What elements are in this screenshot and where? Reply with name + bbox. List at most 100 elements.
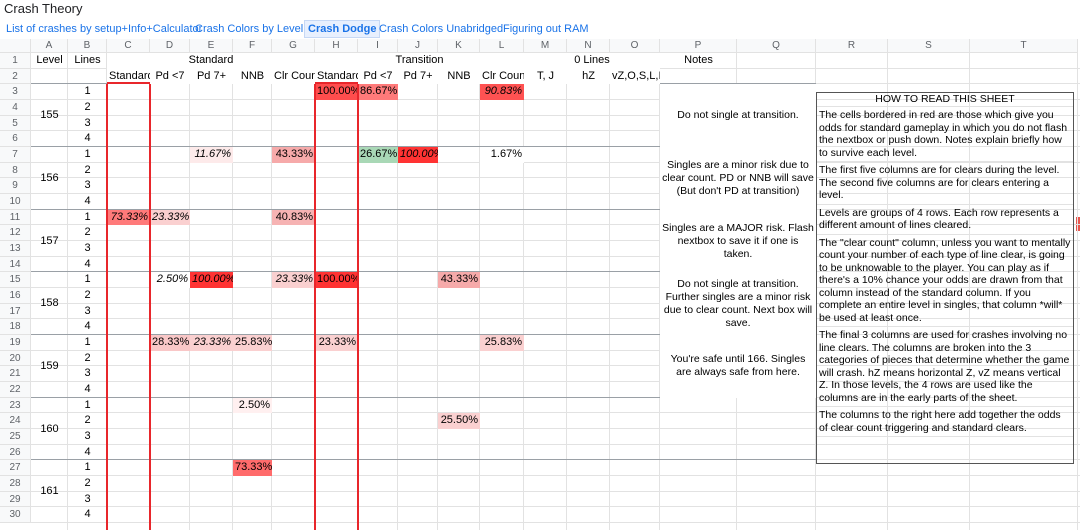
level-161[interactable]: 161 bbox=[31, 460, 68, 523]
lines-cleared-cell[interactable]: 4 bbox=[68, 507, 107, 523]
column-header-h[interactable]: H bbox=[315, 39, 358, 53]
value-cell-e7[interactable]: 11.67% bbox=[190, 147, 233, 163]
row-header-17[interactable]: 17 bbox=[0, 303, 31, 320]
row-header-23[interactable]: 23 bbox=[0, 397, 31, 414]
row-header-2[interactable]: 2 bbox=[0, 68, 31, 85]
lines-cleared-cell[interactable]: 3 bbox=[68, 178, 107, 194]
lines-cleared-cell[interactable]: 1 bbox=[68, 460, 107, 476]
value-cell-e15[interactable]: 100.00% bbox=[190, 272, 233, 289]
header-lines[interactable]: Lines bbox=[68, 53, 107, 69]
value-cell-h19[interactable]: 23.33% bbox=[315, 335, 358, 351]
column-header-i[interactable]: I bbox=[358, 39, 398, 53]
column-header-d[interactable]: D bbox=[150, 39, 190, 53]
header-transition[interactable]: Transition bbox=[315, 53, 524, 69]
lines-cleared-cell[interactable]: 4 bbox=[68, 319, 107, 335]
header-d-label[interactable]: Pd <7 bbox=[150, 68, 190, 85]
row-header-11[interactable]: 11 bbox=[0, 209, 31, 226]
header-j-label[interactable]: Pd 7+ bbox=[398, 68, 438, 85]
column-header-r[interactable]: R bbox=[816, 39, 888, 53]
column-header-s[interactable]: S bbox=[888, 39, 970, 53]
column-header-e[interactable]: E bbox=[190, 39, 233, 53]
value-cell-l3[interactable]: 90.83% bbox=[480, 84, 524, 100]
row-header-21[interactable]: 21 bbox=[0, 366, 31, 383]
row-header-26[interactable]: 26 bbox=[0, 444, 31, 461]
row-header-18[interactable]: 18 bbox=[0, 319, 31, 336]
lines-cleared-cell[interactable]: 3 bbox=[68, 241, 107, 257]
level-158[interactable]: 158 bbox=[31, 272, 68, 335]
lines-cleared-cell[interactable]: 4 bbox=[68, 257, 107, 273]
row-header-15[interactable]: 15 bbox=[0, 272, 31, 289]
note-level-157[interactable]: Singles are a MAJOR risk. Flash nextbox … bbox=[660, 209, 816, 273]
header-m-label[interactable]: T, J bbox=[524, 68, 567, 85]
header-i-label[interactable]: Pd <7 bbox=[358, 68, 398, 85]
row-header-20[interactable]: 20 bbox=[0, 350, 31, 367]
lines-cleared-cell[interactable]: 3 bbox=[68, 429, 107, 445]
spreadsheet-grid[interactable]: A B C D E F G H I J K L M N O P Q R S T 1 2 3 4 5 6 7 8 9 10 11 12 13 14 1… bbox=[0, 39, 1080, 530]
column-header-n[interactable]: N bbox=[567, 39, 610, 53]
row-header-6[interactable]: 6 bbox=[0, 131, 31, 147]
lines-cleared-cell[interactable]: 4 bbox=[68, 445, 107, 461]
level-156[interactable]: 156 bbox=[31, 147, 68, 210]
level-157[interactable]: 157 bbox=[31, 210, 68, 273]
value-cell-i3[interactable]: 86.67% bbox=[358, 84, 398, 100]
header-o-label[interactable]: vZ,O,S,L,I bbox=[610, 68, 660, 85]
tab-list-of-crashes-by-setup-info-calculator[interactable]: List of crashes by setup+Info+Calculator bbox=[6, 21, 202, 37]
row-header-30[interactable]: 30 bbox=[0, 507, 31, 524]
row-header-5[interactable]: 5 bbox=[0, 115, 31, 132]
lines-cleared-cell[interactable]: 1 bbox=[68, 84, 107, 100]
column-header-a[interactable]: A bbox=[31, 39, 68, 53]
lines-cleared-cell[interactable]: 1 bbox=[68, 147, 107, 163]
row-header-24[interactable]: 24 bbox=[0, 413, 31, 430]
column-header-q[interactable]: Q bbox=[737, 39, 816, 53]
row-header-25[interactable]: 25 bbox=[0, 429, 31, 445]
lines-cleared-cell[interactable]: 2 bbox=[68, 413, 107, 429]
tab-crash-colors-by-level[interactable]: Crash Colors by Level bbox=[195, 21, 303, 37]
row-header-22[interactable]: 22 bbox=[0, 382, 31, 398]
column-header-l[interactable]: L bbox=[480, 39, 524, 53]
column-header-k[interactable]: K bbox=[438, 39, 480, 53]
tab-crash-colors-unabridged[interactable]: Crash Colors Unabridged bbox=[379, 21, 503, 37]
lines-cleared-cell[interactable]: 2 bbox=[68, 351, 107, 367]
column-header-c[interactable]: C bbox=[107, 39, 150, 53]
note-level-155[interactable]: Do not single at transition. bbox=[660, 84, 816, 147]
lines-cleared-cell[interactable]: 3 bbox=[68, 304, 107, 320]
level-160[interactable]: 160 bbox=[31, 398, 68, 461]
value-cell-d19[interactable]: 28.33% bbox=[150, 335, 190, 351]
value-cell-c11[interactable]: 73.33% bbox=[107, 209, 150, 226]
value-cell-h15[interactable]: 100.00% bbox=[315, 272, 358, 289]
row-header-16[interactable]: 16 bbox=[0, 288, 31, 304]
row-header-7[interactable]: 7 bbox=[0, 147, 31, 163]
value-cell-g7[interactable]: 43.33% bbox=[272, 147, 315, 163]
column-header-f[interactable]: F bbox=[233, 39, 272, 53]
column-header-t[interactable]: T bbox=[970, 39, 1078, 53]
lines-cleared-cell[interactable]: 1 bbox=[68, 210, 107, 226]
header-k-label[interactable]: NNB bbox=[438, 68, 480, 85]
lines-cleared-cell[interactable]: 2 bbox=[68, 288, 107, 304]
value-cell-j7[interactable]: 100.00% bbox=[398, 147, 438, 163]
row-header-4[interactable]: 4 bbox=[0, 100, 31, 116]
value-cell-f19[interactable]: 25.83% bbox=[233, 335, 272, 351]
row-header-1[interactable]: 1 bbox=[0, 53, 31, 69]
row-header-13[interactable]: 13 bbox=[0, 241, 31, 257]
value-cell-f27[interactable]: 73.33% bbox=[233, 460, 272, 477]
header-notes[interactable]: Notes bbox=[660, 53, 737, 69]
row-header-14[interactable]: 14 bbox=[0, 256, 31, 273]
row-header-29[interactable]: 29 bbox=[0, 491, 31, 508]
lines-cleared-cell[interactable]: 2 bbox=[68, 476, 107, 492]
lines-cleared-cell[interactable]: 2 bbox=[68, 163, 107, 179]
lines-cleared-cell[interactable]: 3 bbox=[68, 116, 107, 132]
header-g-label[interactable]: Clr Count bbox=[272, 68, 315, 85]
row-header-8[interactable]: 8 bbox=[0, 162, 31, 179]
value-cell-e19[interactable]: 23.33% bbox=[190, 335, 233, 351]
level-155[interactable]: 155 bbox=[31, 84, 68, 147]
column-header-o[interactable]: O bbox=[610, 39, 660, 53]
value-cell-g15[interactable]: 23.33% bbox=[272, 272, 315, 289]
column-header-b[interactable]: B bbox=[68, 39, 107, 53]
header-standard[interactable]: Standard bbox=[107, 53, 315, 69]
level-159[interactable]: 159 bbox=[31, 335, 68, 398]
lines-cleared-cell[interactable]: 1 bbox=[68, 335, 107, 351]
value-cell-d11[interactable]: 23.33% bbox=[150, 209, 190, 226]
how-to-read-box[interactable]: HOW TO READ THIS SHEET The cells bordered… bbox=[816, 92, 1074, 464]
lines-cleared-cell[interactable]: 4 bbox=[68, 382, 107, 398]
value-cell-g11[interactable]: 40.83% bbox=[272, 209, 315, 226]
